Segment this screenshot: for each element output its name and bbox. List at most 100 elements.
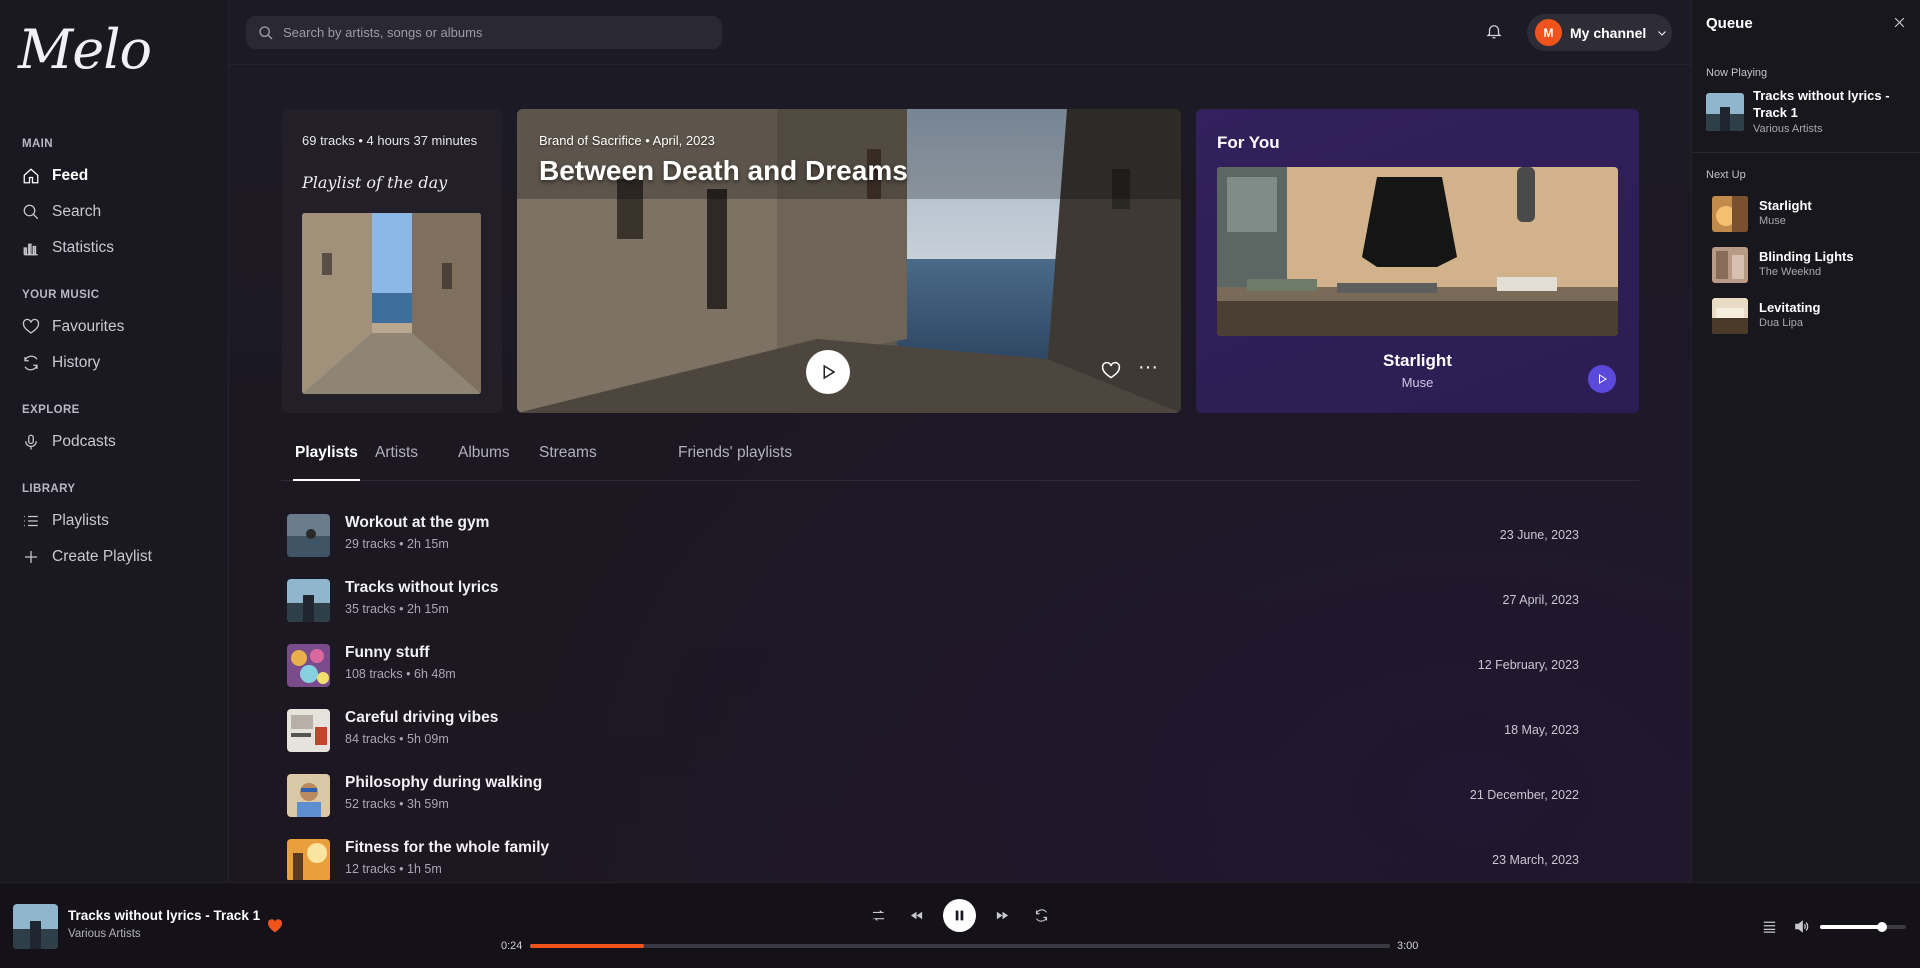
sidebar-item-feed[interactable]: Feed [22,164,88,188]
search-icon [23,204,39,220]
now-playing-title: Tracks without lyrics - Track 1 [1753,88,1890,120]
current-time: 0:24 [501,940,523,952]
heart-icon [1101,361,1121,379]
shuffle-icon [872,909,884,921]
sidebar-item-label: History [52,354,101,371]
main-content: M My channel 69 tracks • 4 hours 37 minu… [229,0,1691,882]
sidebar-item-label: Favourites [52,318,125,335]
playlist-thumbnail [287,774,330,817]
duration: 3:00 [1397,940,1419,952]
queue-item-thumbnail [1712,247,1748,283]
playlist-date: 21 December, 2022 [1469,788,1579,802]
my-channel-button[interactable]: M My channel [1527,14,1672,51]
for-you-song-title: Starlight [1383,351,1452,370]
shuffle-button[interactable] [867,904,889,926]
more-options-button[interactable]: ··· [1137,357,1159,383]
player-bar: Tracks without lyrics - Track 1 Various … [0,882,1920,968]
refresh-icon [24,355,38,371]
player-track-title: Tracks without lyrics - Track 1 [68,908,261,923]
close-queue-button[interactable] [1893,16,1909,32]
like-button[interactable] [1101,361,1123,383]
sidebar-item-history[interactable]: History [22,351,100,375]
tab-streams[interactable]: Streams [539,444,597,481]
playlist-row[interactable]: Fitness for the whole family 12 tracks •… [287,835,1579,880]
plus-icon [25,551,37,563]
sidebar-item-podcasts[interactable]: Podcasts [22,430,116,454]
sidebar-item-label: Playlists [52,512,109,529]
playlist-of-the-day-card[interactable]: 69 tracks • 4 hours 37 minutes Playlist … [282,109,502,413]
player-track-artist: Various Artists [68,928,141,940]
tab-albums[interactable]: Albums [458,444,510,481]
volume-knob[interactable] [1876,922,1887,932]
queue-list-icon [1763,921,1776,933]
sidebar-item-label: Statistics [52,239,115,256]
sidebar-item-statistics[interactable]: Statistics [22,236,114,260]
queue-item-artist: The Weeknd [1759,266,1822,278]
more-icon: ··· [1138,356,1158,378]
fast-forward-icon [996,911,1008,919]
play-icon [823,364,836,380]
mute-button[interactable] [1793,918,1813,936]
tab-artists[interactable]: Artists [375,444,418,481]
playlist-meta: 84 tracks • 5h 09m [345,732,449,746]
sidebar-section-main: MAIN [22,138,53,150]
playlist-name: Workout at the gym [345,514,490,531]
queue-item[interactable]: Levitating Dua Lipa [1712,296,1902,336]
queue-button[interactable] [1761,918,1781,936]
queue-item[interactable]: Starlight Muse [1712,194,1902,234]
player-thumbnail [13,904,58,949]
next-button[interactable] [991,904,1013,926]
pause-button[interactable] [943,899,976,932]
play-button[interactable] [806,350,850,394]
sidebar-item-search[interactable]: Search [22,200,101,224]
search-bar[interactable] [246,16,722,49]
sidebar-item-favourites[interactable]: Favourites [22,315,124,339]
playlist-of-the-day-label: Playlist of the day [302,173,448,192]
playlist-of-the-day-meta: 69 tracks • 4 hours 37 minutes [302,133,478,148]
top-bar: M My channel [229,0,1691,65]
heart-icon [22,318,40,334]
home-icon [23,168,39,184]
player-like-button[interactable] [267,918,285,936]
playlist-row[interactable]: Careful driving vibes 84 tracks • 5h 09m… [287,705,1579,755]
playlist-row[interactable]: Funny stuff 108 tracks • 6h 48m 12 Febru… [287,640,1579,690]
heart-filled-icon [267,919,283,933]
sidebar-item-playlists[interactable]: Playlists [22,509,109,533]
search-icon [259,25,273,39]
tab-playlists[interactable]: Playlists [293,444,360,481]
sidebar-item-label: Search [52,203,102,220]
for-you-play-button[interactable] [1588,365,1616,393]
playlist-date: 18 May, 2023 [1504,723,1579,737]
search-input[interactable] [283,25,703,40]
playlist-row[interactable]: Philosophy during walking 52 tracks • 3h… [287,770,1579,820]
featured-album-title: Between Death and Dreams [539,155,908,186]
playlist-date: 12 February, 2023 [1477,658,1579,672]
playlist-name: Careful driving vibes [345,709,499,726]
progress-bar[interactable] [530,944,1390,948]
queue-item[interactable]: Blinding Lights The Weeknd [1712,245,1902,285]
for-you-card[interactable]: For You Starlight Muse [1196,109,1639,413]
avatar: M [1535,19,1562,46]
for-you-artist: Muse [1401,375,1434,390]
next-up-label: Next Up [1706,169,1746,181]
playlist-row[interactable]: Tracks without lyrics 35 tracks • 2h 15m… [287,575,1579,625]
queue-now-playing[interactable]: Tracks without lyrics - Track 1 Various … [1706,87,1910,137]
featured-album-banner[interactable]: Brand of Sacrifice • April, 2023 Between… [517,109,1181,413]
playlist-thumbnail [287,709,330,752]
playlist-row[interactable]: Workout at the gym 29 tracks • 2h 15m 23… [287,510,1579,560]
notifications-button[interactable] [1485,22,1505,42]
playlist-date: 27 April, 2023 [1502,593,1579,607]
tab-friends-playlists[interactable]: Friends' playlists [678,444,792,481]
repeat-icon [1035,908,1047,922]
playlist-name: Philosophy during walking [345,774,543,791]
repeat-button[interactable] [1030,904,1052,926]
divider [1692,152,1920,153]
queue-title: Queue [1706,15,1753,32]
app-logo[interactable]: Melo [18,18,152,81]
queue-item-title: Blinding Lights [1759,249,1854,264]
playlist-name: Tracks without lyrics [345,579,499,596]
volume-slider[interactable] [1820,922,1906,932]
sidebar-item-create-playlist[interactable]: Create Playlist [22,545,152,569]
previous-button[interactable] [905,904,927,926]
playlist-thumbnail [287,839,330,880]
